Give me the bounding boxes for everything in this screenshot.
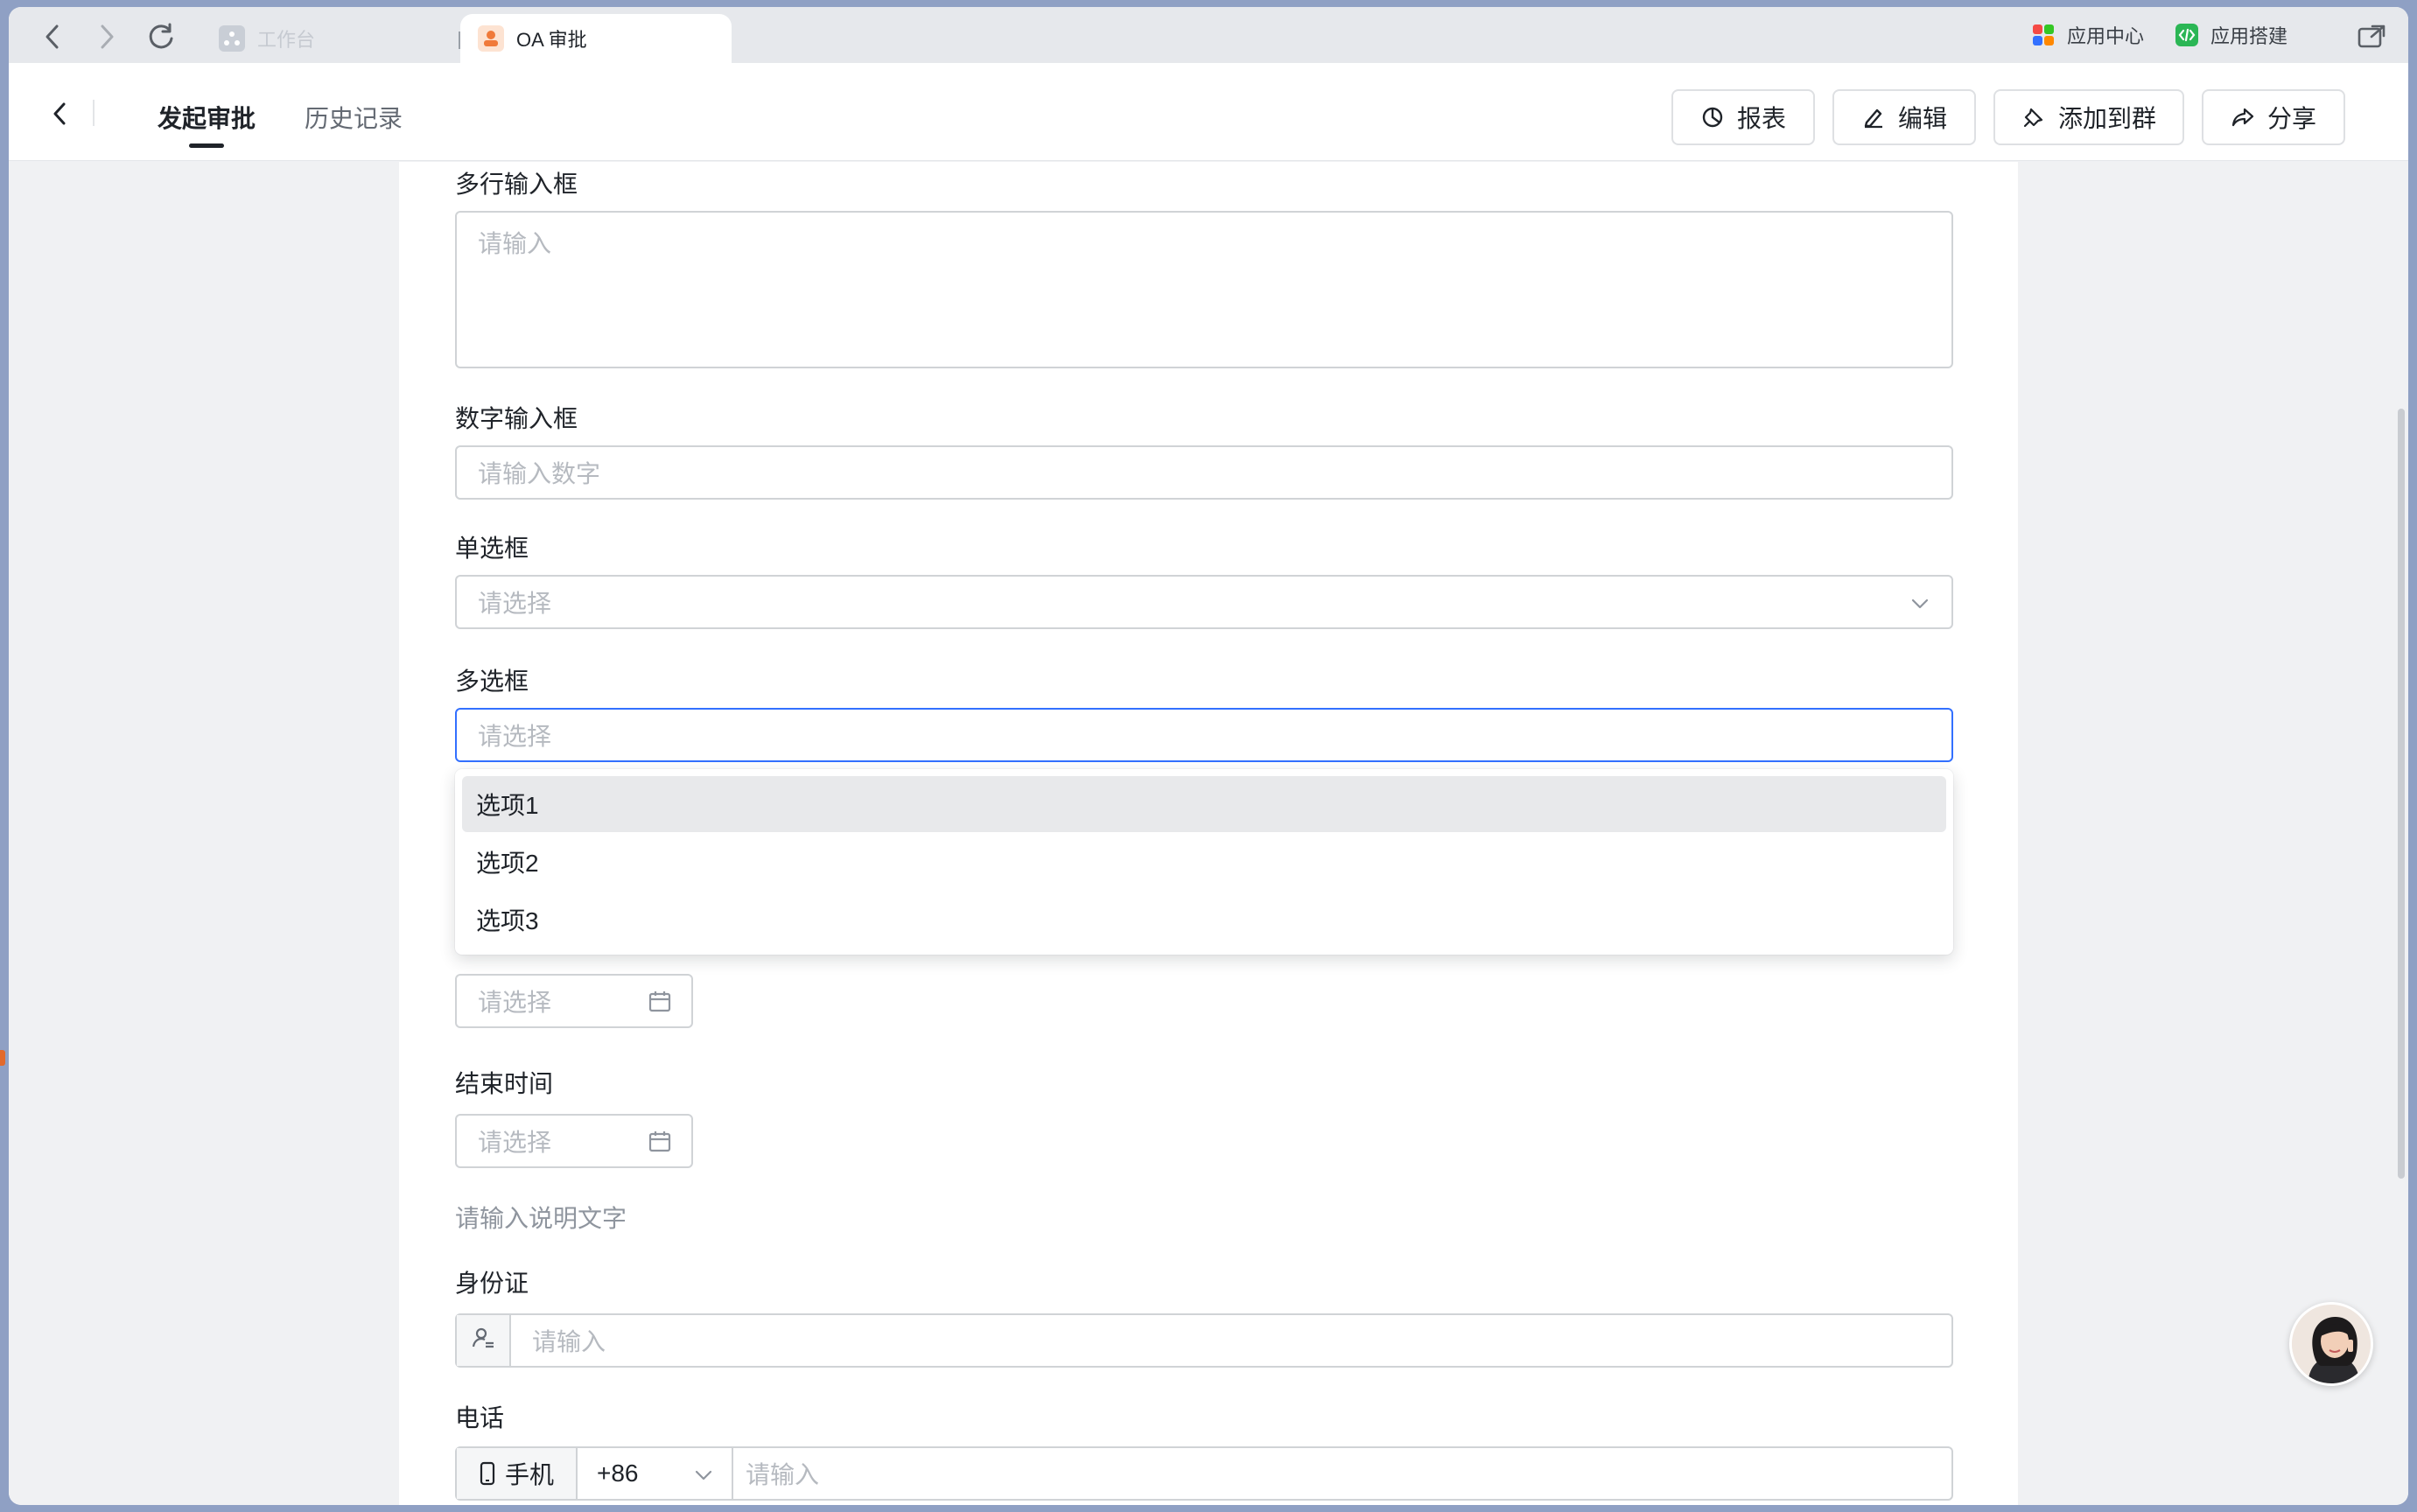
assistant-avatar[interactable]	[2289, 1302, 2373, 1386]
number-label: 数字输入框	[455, 405, 578, 432]
share-label: 分享	[2266, 105, 2316, 132]
edit-label: 编辑	[1897, 105, 1947, 132]
dropdown-option[interactable]: 选项1	[462, 776, 1946, 832]
end-time-picker[interactable]: 请选择	[455, 1114, 693, 1168]
phone-label: 电话	[455, 1404, 505, 1432]
tab-workbench[interactable]: 工作台	[201, 14, 455, 63]
tab-start-approval[interactable]: 发起审批	[158, 100, 256, 135]
multiline-placeholder: 请输入	[478, 230, 552, 257]
multiline-label: 多行输入框	[455, 171, 578, 198]
tab-label: 工作台	[257, 29, 316, 51]
number-placeholder: 请输入数字	[478, 460, 601, 487]
id-card-input[interactable]: 请输入	[455, 1313, 1953, 1368]
scrollbar[interactable]	[2398, 409, 2405, 1179]
id-card-placeholder: 请输入	[532, 1328, 606, 1355]
back-nav-icon[interactable]	[35, 19, 70, 54]
number-input[interactable]: 请输入数字	[455, 445, 1953, 500]
app-center-icon	[2030, 22, 2056, 48]
workbench-icon	[219, 25, 245, 52]
add-to-group-label: 添加到群	[2057, 105, 2156, 132]
single-select[interactable]: 请选择	[455, 575, 1953, 629]
multi-select-placeholder: 请选择	[478, 723, 552, 750]
description-text: 请输入说明文字	[455, 1205, 627, 1232]
calendar-icon	[648, 990, 672, 1014]
side-indicator	[0, 1050, 5, 1066]
share-button[interactable]: 分享	[2202, 89, 2345, 145]
share-icon	[2231, 105, 2255, 130]
dropdown-option[interactable]: 选项3	[462, 892, 1946, 948]
app-builder-icon	[2174, 22, 2200, 48]
end-time-label: 结束时间	[455, 1070, 554, 1097]
country-code-select[interactable]: +86	[578, 1448, 733, 1499]
pin-icon	[2021, 105, 2046, 130]
tab-label: OA 审批	[516, 29, 587, 51]
dropdown-option[interactable]: 选项2	[462, 834, 1946, 890]
content-area: 多行输入框 请输入 数字输入框 请输入数字 单选框 请选择 多选框 请选择 请选…	[9, 162, 2408, 1505]
multiline-input[interactable]: 请输入	[455, 211, 1953, 368]
header-divider	[93, 100, 95, 126]
chevron-down-icon	[1909, 592, 1930, 613]
app-center-link[interactable]: 应用中心	[2030, 21, 2144, 49]
id-card-icon	[471, 1326, 495, 1356]
add-to-group-button[interactable]: 添加到群	[1993, 89, 2184, 145]
start-time-placeholder: 请选择	[478, 989, 552, 1016]
id-card-label: 身份证	[455, 1270, 529, 1297]
tab-oa-approval[interactable]: OA 审批	[460, 14, 732, 63]
app-builder-label: 应用搭建	[2210, 25, 2288, 47]
mobile-icon	[479, 1461, 496, 1486]
app-center-label: 应用中心	[2067, 25, 2145, 47]
forward-nav-icon[interactable]	[89, 19, 124, 54]
calendar-icon	[648, 1130, 672, 1154]
single-select-label: 单选框	[455, 535, 529, 562]
active-tab-indicator	[189, 144, 224, 148]
open-external-icon[interactable]	[2354, 19, 2389, 54]
end-time-placeholder: 请选择	[478, 1129, 552, 1156]
single-select-placeholder: 请选择	[478, 590, 552, 617]
report-label: 报表	[1736, 105, 1786, 132]
country-code-value: +86	[597, 1460, 639, 1487]
edit-icon	[1861, 105, 1886, 130]
multi-select[interactable]: 请选择	[455, 708, 1953, 762]
approval-form: 多行输入框 请输入 数字输入框 请输入数字 单选框 请选择 多选框 请选择 请选…	[399, 162, 2018, 1505]
phone-input[interactable]: 手机 +86 请输入	[455, 1446, 1953, 1501]
report-button[interactable]: 报表	[1671, 89, 1815, 145]
app-header: 发起审批 历史记录 报表 编辑 添加到群 分享	[9, 63, 2408, 161]
back-icon[interactable]	[44, 98, 75, 130]
app-window: 工作台 OA 审批 应用中心 应用搭建 发起审批 历史记录 报表 编辑 添加到群…	[9, 7, 2408, 1505]
tab-history[interactable]: 历史记录	[305, 100, 403, 135]
report-icon	[1700, 105, 1725, 130]
edit-button[interactable]: 编辑	[1832, 89, 1976, 145]
oa-approval-icon	[478, 25, 504, 52]
browser-tab-bar: 工作台 OA 审批 应用中心 应用搭建	[9, 7, 2408, 63]
multi-select-label: 多选框	[455, 668, 529, 695]
phone-type-label: 手机	[504, 1461, 554, 1488]
chevron-down-icon	[693, 1464, 714, 1492]
multi-select-dropdown: 选项1 选项2 选项3	[455, 769, 1953, 955]
refresh-icon[interactable]	[144, 19, 179, 54]
id-card-prefix	[457, 1315, 511, 1366]
start-time-picker[interactable]: 请选择	[455, 974, 693, 1028]
phone-placeholder: 请输入	[746, 1461, 820, 1488]
phone-type: 手机	[457, 1448, 578, 1499]
app-builder-link[interactable]: 应用搭建	[2174, 21, 2287, 49]
